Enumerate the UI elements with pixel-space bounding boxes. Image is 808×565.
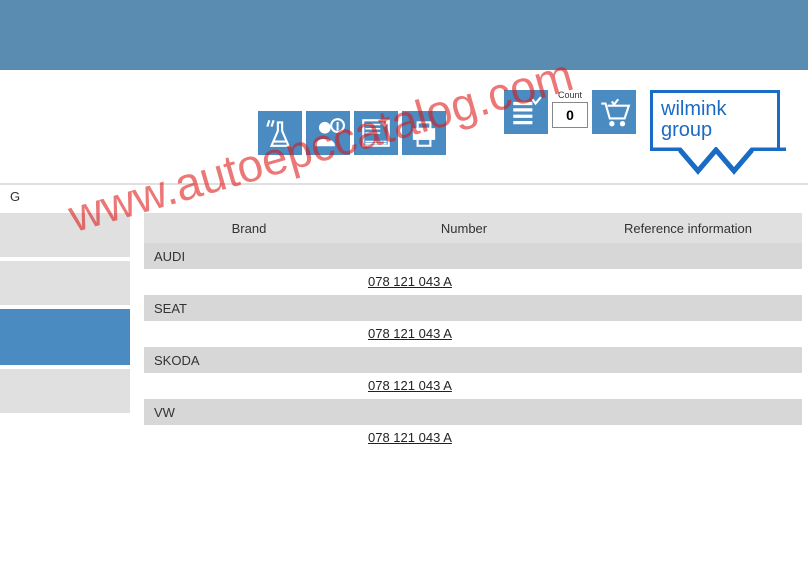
brand-row: VW <box>144 399 802 425</box>
th-brand: Brand <box>144 221 354 236</box>
cart-group: Count 0 wilmink group <box>504 90 780 175</box>
content: Brand Number Reference information AUDI … <box>0 213 808 451</box>
brand-cell: AUDI <box>154 249 185 264</box>
th-number: Number <box>354 221 574 236</box>
th-ref: Reference information <box>574 221 802 236</box>
brand-cell: SKODA <box>154 353 200 368</box>
count-label: Count <box>558 90 582 100</box>
brand-cell: VW <box>154 405 175 420</box>
toolbar: ! Count 0 wilmink group <box>0 70 808 185</box>
count-box: Count 0 <box>552 90 588 128</box>
brand-row: AUDI <box>144 243 802 269</box>
part-number-link[interactable]: 078 121 043 A <box>368 430 452 445</box>
checklist-icon[interactable] <box>354 111 398 155</box>
part-number-link[interactable]: 078 121 043 A <box>368 326 452 341</box>
logo-zigzag-icon <box>650 147 786 175</box>
table-row: 078 121 043 A <box>144 373 802 399</box>
table-header: Brand Number Reference information <box>144 213 802 243</box>
brand-row: SEAT <box>144 295 802 321</box>
toolbar-icon-group: ! <box>258 111 446 155</box>
part-number-link[interactable]: 078 121 043 A <box>368 274 452 289</box>
logo-line1: wilmink <box>661 98 727 120</box>
sidebar-item-active[interactable] <box>0 309 130 369</box>
sidebar-item[interactable] <box>0 369 130 417</box>
table-row: 078 121 043 A <box>144 269 802 295</box>
sidebar <box>0 213 130 451</box>
count-value: 0 <box>552 102 588 128</box>
main-table: Brand Number Reference information AUDI … <box>130 213 808 451</box>
list-check-icon[interactable] <box>504 90 548 134</box>
sub-letter: G <box>10 189 20 204</box>
brand-row: SKODA <box>144 347 802 373</box>
logo-line2: group <box>661 119 712 141</box>
sidebar-item[interactable] <box>0 213 130 261</box>
table-row: 078 121 043 A <box>144 321 802 347</box>
person-alert-icon[interactable]: ! <box>306 111 350 155</box>
header-bar <box>0 0 808 70</box>
logo-box: wilmink group <box>650 90 780 175</box>
svg-text:!: ! <box>336 120 339 132</box>
brand-cell: SEAT <box>154 301 187 316</box>
table-row: 078 121 043 A <box>144 425 802 451</box>
part-number-link[interactable]: 078 121 043 A <box>368 378 452 393</box>
chemistry-icon[interactable] <box>258 111 302 155</box>
logo-text: wilmink group <box>653 93 777 147</box>
sidebar-item[interactable] <box>0 261 130 309</box>
print-icon[interactable] <box>402 111 446 155</box>
sub-row: G <box>0 185 808 213</box>
cart-icon[interactable] <box>592 90 636 134</box>
